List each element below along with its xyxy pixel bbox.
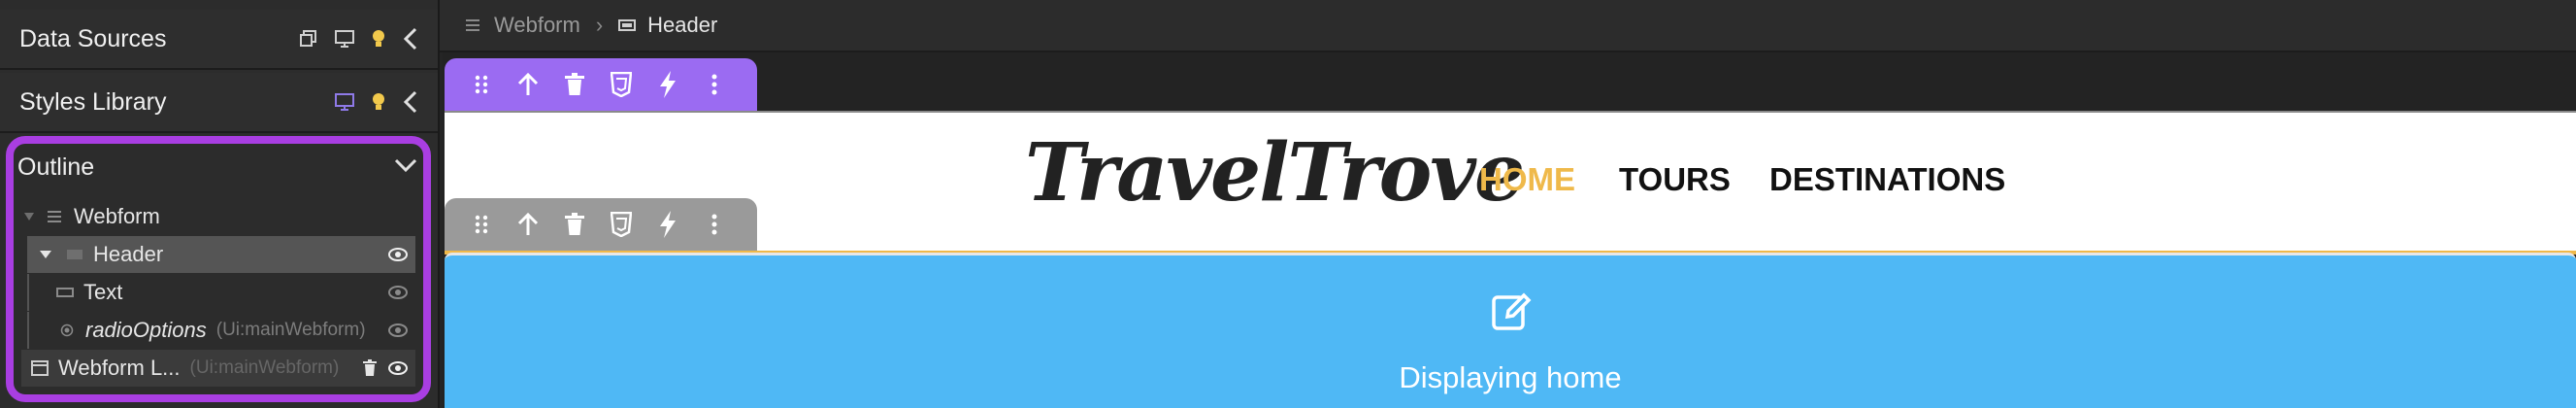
nav-tours[interactable]: TOURS: [1619, 161, 1731, 198]
event-bolt-icon[interactable]: [652, 209, 683, 240]
webform-lines-icon: [465, 18, 480, 32]
header-toolbar: [445, 58, 757, 111]
css-icon[interactable]: [606, 69, 637, 100]
text-field-icon: [56, 287, 74, 298]
css-icon[interactable]: [606, 209, 637, 240]
display-message: Displaying home: [1399, 360, 1622, 394]
outline-header[interactable]: Outline: [14, 144, 423, 188]
tree-item-label: Webform L...: [58, 356, 181, 380]
breadcrumb-root[interactable]: Webform: [494, 13, 580, 38]
header-component[interactable]: TravelTrove HOME TOURS DESTINATIONS: [445, 111, 2576, 255]
move-up-icon[interactable]: [512, 209, 544, 240]
tree-item-header[interactable]: Header: [27, 236, 415, 273]
tree-item-text[interactable]: Text: [27, 274, 415, 311]
site-logo: TravelTrove: [1025, 126, 1525, 220]
more-vertical-icon[interactable]: [699, 69, 730, 100]
styles-library-title: Styles Library: [19, 87, 167, 116]
eye-icon[interactable]: [388, 248, 408, 261]
outline-panel: Outline Webform Header Text radioOptions…: [6, 136, 431, 402]
caret-down-icon[interactable]: [23, 212, 35, 221]
lightbulb-icon[interactable]: [372, 29, 385, 49]
nav-destinations[interactable]: DESTINATIONS: [1769, 161, 2005, 198]
radio-icon: [60, 323, 74, 337]
design-canvas: TravelTrove HOME TOURS DESTINATIONS Disp…: [443, 52, 2576, 408]
edit-icon: [1491, 290, 1532, 331]
tree-item-webform-layout[interactable]: Webform L... (Ui:mainWebform): [21, 350, 415, 387]
chevron-down-icon[interactable]: [394, 157, 417, 173]
text-component[interactable]: Displaying home: [445, 253, 2576, 408]
eye-icon[interactable]: [388, 361, 408, 375]
lightbulb-icon[interactable]: [372, 92, 385, 112]
tree-item-label: radioOptions: [85, 318, 207, 342]
left-panel: Data Sources Styles Library Outline Webf…: [0, 0, 440, 408]
trash-icon[interactable]: [363, 359, 377, 377]
styles-library-row[interactable]: Styles Library: [0, 73, 438, 133]
webform-lines-icon: [47, 210, 62, 223]
header-block-icon: [618, 19, 637, 31]
nav-home[interactable]: HOME: [1479, 161, 1575, 198]
caret-down-icon[interactable]: [39, 250, 52, 259]
chevron-right-icon: ›: [595, 13, 604, 37]
tree-item-hint: (Ui:mainWebform): [215, 320, 366, 340]
drag-handle-icon[interactable]: [466, 209, 497, 240]
move-up-icon[interactable]: [512, 69, 544, 100]
tree-item-label: Webform: [74, 204, 160, 228]
eye-icon[interactable]: [388, 323, 408, 337]
tree-item-label: Text: [83, 280, 123, 304]
layout-icon: [31, 360, 49, 376]
tree-item-webform[interactable]: Webform: [21, 198, 415, 235]
eye-icon[interactable]: [388, 286, 408, 299]
header-block-icon: [66, 249, 83, 260]
breadcrumb-current: Header: [647, 13, 718, 37]
chevron-left-icon[interactable]: [403, 27, 418, 51]
trash-icon[interactable]: [559, 209, 590, 240]
more-vertical-icon[interactable]: [699, 209, 730, 240]
data-sources-title: Data Sources: [19, 24, 167, 52]
outline-title: Outline: [17, 153, 95, 181]
event-bolt-icon[interactable]: [652, 69, 683, 100]
monitor-icon[interactable]: [335, 93, 354, 111]
copy-icon[interactable]: [300, 30, 317, 48]
chevron-left-icon[interactable]: [403, 90, 418, 114]
trash-icon[interactable]: [559, 69, 590, 100]
tree-item-radio-options[interactable]: radioOptions (Ui:mainWebform): [27, 312, 415, 349]
tree-item-hint: (Ui:mainWebform): [189, 357, 340, 378]
data-sources-row[interactable]: Data Sources: [0, 10, 438, 70]
breadcrumb: Webform › Header: [440, 0, 2576, 52]
text-toolbar: [445, 198, 757, 251]
monitor-icon[interactable]: [335, 30, 354, 48]
drag-handle-icon[interactable]: [466, 69, 497, 100]
tree-item-label: Header: [93, 242, 164, 266]
